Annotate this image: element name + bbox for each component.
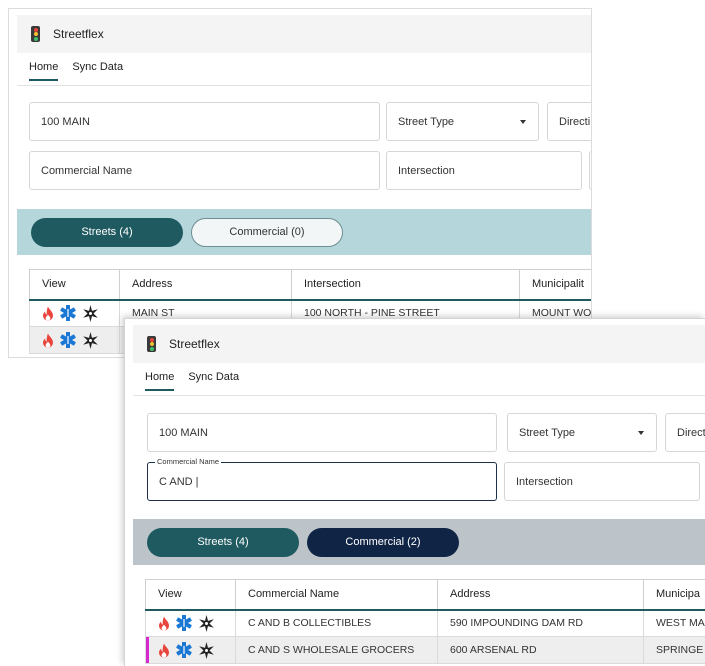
municipality-cell: SPRINGE: [643, 636, 705, 664]
tab-divider: [17, 85, 591, 86]
street-search-value: 100 MAIN: [41, 115, 90, 128]
police-badge-icon[interactable]: [198, 614, 215, 632]
commercial-name-cell: C AND B COLLECTIBLES: [235, 609, 438, 637]
police-badge-icon[interactable]: [82, 331, 99, 349]
commercial-name-input[interactable]: Commercial Name C AND |: [147, 457, 497, 501]
table-header-row: View Commercial Name Address Municipa: [145, 579, 705, 611]
fire-icon[interactable]: [158, 643, 170, 658]
streetflex-window-front: Streetflex Home Sync Data 100 MAIN Stree…: [124, 318, 705, 666]
chevron-down-icon: [638, 430, 644, 435]
table-header-row: View Address Intersection Municipalit: [29, 269, 591, 301]
column-header-municipality: Municipa: [643, 579, 705, 611]
fire-icon[interactable]: [42, 306, 54, 321]
fire-icon[interactable]: [158, 616, 170, 631]
ems-star-icon[interactable]: [176, 615, 192, 632]
police-badge-icon[interactable]: [198, 641, 215, 659]
street-search-value: 100 MAIN: [159, 426, 208, 439]
result-toggle-band: Streets (4) Commercial (2): [133, 519, 705, 565]
intersection-input[interactable]: Intersection: [504, 462, 700, 501]
extra-field[interactable]: [589, 151, 591, 190]
police-badge-icon[interactable]: [82, 304, 99, 322]
traffic-light-icon: [147, 336, 156, 352]
direction-placeholder: Directi: [559, 115, 591, 128]
commercial-results-table: View Commercial Name Address Municipa C …: [145, 579, 705, 664]
title-bar: Streetflex: [133, 325, 705, 363]
direction-placeholder: Directi: [677, 426, 705, 439]
ems-star-icon[interactable]: [176, 642, 192, 658]
intersection-placeholder: Intersection: [398, 164, 455, 177]
tab-sync-data[interactable]: Sync Data: [72, 61, 123, 81]
street-type-select[interactable]: Street Type: [507, 413, 657, 452]
streetflex-window-back: Streetflex Home Sync Data 100 MAIN Stree…: [8, 8, 592, 358]
street-type-placeholder: Street Type: [519, 426, 576, 439]
commercial-name-label: Commercial Name: [155, 457, 222, 467]
column-header-view: View: [145, 579, 236, 611]
tab-home[interactable]: Home: [145, 371, 175, 391]
table-row[interactable]: C AND B COLLECTIBLES 590 IMPOUNDING DAM …: [145, 609, 705, 637]
column-header-address: Address: [437, 579, 644, 611]
chevron-down-icon: [520, 119, 526, 124]
fire-icon[interactable]: [42, 333, 54, 348]
commercial-name-placeholder: Commercial Name: [41, 164, 133, 177]
view-icons-cell: [29, 326, 120, 354]
column-header-municipality: Municipalit: [519, 269, 591, 301]
app-title: Streetflex: [169, 337, 220, 351]
ems-star-icon[interactable]: [60, 332, 76, 348]
commercial-name-input[interactable]: Commercial Name: [29, 151, 380, 190]
view-icons-cell: [145, 636, 236, 664]
ems-star-icon[interactable]: [60, 305, 76, 322]
municipality-cell: WEST MA: [643, 609, 705, 637]
column-header-commercial-name: Commercial Name: [235, 579, 438, 611]
street-search-input[interactable]: 100 MAIN: [147, 413, 497, 452]
intersection-placeholder: Intersection: [516, 475, 573, 488]
nav-tabs: Home Sync Data: [145, 371, 239, 391]
tab-divider: [133, 395, 705, 396]
title-bar: Streetflex: [17, 15, 591, 53]
commercial-name-value: C AND |: [159, 475, 199, 488]
view-icons-cell: [145, 609, 236, 637]
intersection-input[interactable]: Intersection: [386, 151, 582, 190]
tab-home[interactable]: Home: [29, 61, 59, 81]
direction-select[interactable]: Directi: [665, 413, 705, 452]
street-search-input[interactable]: 100 MAIN: [29, 102, 380, 141]
column-header-address: Address: [119, 269, 292, 301]
address-cell: 600 ARSENAL RD: [437, 636, 644, 664]
app-title: Streetflex: [53, 27, 104, 41]
result-toggle-band: Streets (4) Commercial (0): [17, 209, 591, 255]
view-icons-cell: [29, 299, 120, 327]
commercial-toggle-button[interactable]: Commercial (0): [191, 217, 343, 247]
direction-select[interactable]: Directi: [547, 102, 591, 141]
column-header-intersection: Intersection: [291, 269, 520, 301]
traffic-light-icon: [31, 26, 40, 42]
commercial-name-cell: C AND S WHOLESALE GROCERS: [235, 636, 438, 664]
street-type-select[interactable]: Street Type: [386, 102, 539, 141]
street-type-placeholder: Street Type: [398, 115, 455, 128]
address-cell: 590 IMPOUNDING DAM RD: [437, 609, 644, 637]
column-header-view: View: [29, 269, 120, 301]
streets-toggle-button[interactable]: Streets (4): [31, 217, 183, 247]
table-row[interactable]: C AND S WHOLESALE GROCERS 600 ARSENAL RD…: [145, 636, 705, 664]
streets-toggle-button[interactable]: Streets (4): [147, 527, 299, 557]
commercial-toggle-button[interactable]: Commercial (2): [307, 527, 459, 557]
tab-sync-data[interactable]: Sync Data: [188, 371, 239, 391]
nav-tabs: Home Sync Data: [29, 61, 123, 81]
